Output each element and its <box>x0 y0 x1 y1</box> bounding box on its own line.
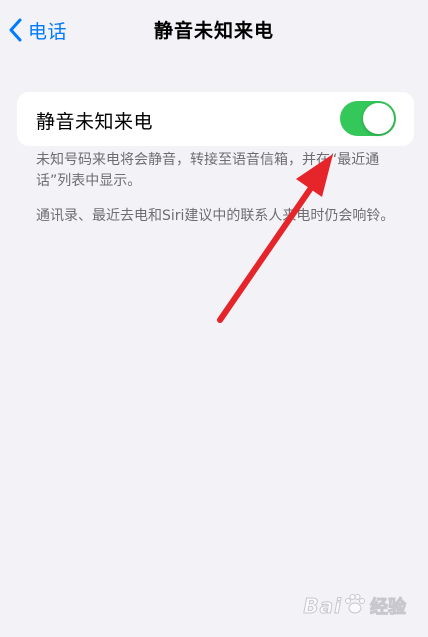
silence-unknown-callers-toggle[interactable] <box>340 101 396 136</box>
watermark-brand: Bai <box>303 594 342 619</box>
settings-card: 静音未知来电 <box>17 92 414 146</box>
footer-note-contacts: 通讯录、最近去电和Siri建议中的联系人来电时仍会响铃。 <box>36 208 395 224</box>
footer-note-voicemail: 未知号码来电将会静音，转接至语音信箱，并在“最近通话”列表中显示。 <box>36 152 380 189</box>
baidu-jingyan-watermark: Bai 经验 <box>303 593 407 619</box>
paw-icon <box>344 593 366 619</box>
navigation-bar: 电话 静音未知来电 <box>0 0 428 60</box>
silence-unknown-callers-label: 静音未知来电 <box>36 111 154 133</box>
toggle-knob <box>363 103 394 134</box>
page-title: 静音未知来电 <box>153 20 274 42</box>
watermark-brand-suffix: 经验 <box>370 597 407 619</box>
